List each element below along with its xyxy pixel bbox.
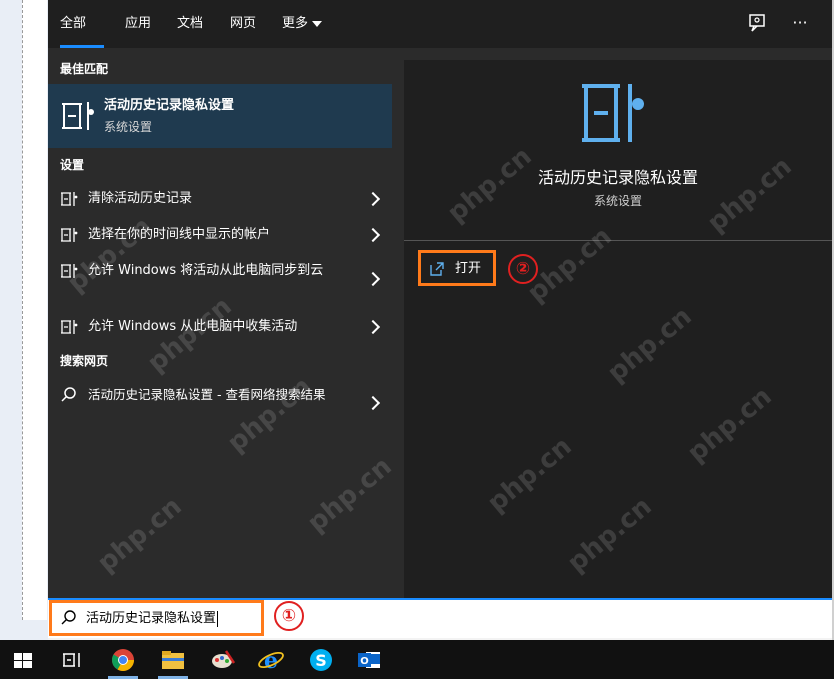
settings-item-label: 选择在你的时间线中显示的帐户 [88, 227, 271, 242]
svg-text:S: S [315, 651, 327, 670]
tab-apps[interactable]: 应用 [125, 14, 151, 34]
svg-text:e: e [264, 648, 278, 674]
chevron-right-icon [365, 395, 381, 411]
settings-heading: 设置 [60, 158, 85, 172]
tab-documents[interactable]: 文档 [177, 14, 203, 34]
preview-subtitle: 系统设置 [593, 194, 642, 208]
windows-start-icon[interactable] [8, 645, 38, 675]
settings-item-timeline-accounts[interactable]: 选择在你的时间线中显示的帐户 [48, 224, 392, 246]
chevron-right-icon [365, 319, 381, 335]
activity-history-icon [61, 228, 78, 242]
annotation-marker-2: ② [508, 254, 538, 284]
best-match-item[interactable]: 活动历史记录隐私设置 系统设置 [48, 84, 392, 148]
text-caret [217, 610, 219, 627]
background-document-page [22, 0, 47, 620]
open-button-label: 打开 [455, 261, 482, 276]
settings-item-label: 允许 Windows 将活动从此电脑同步到云 [88, 263, 324, 278]
open-button[interactable]: 打开 [418, 250, 496, 286]
tab-more-label: 更多 [282, 16, 309, 31]
activity-history-icon [61, 192, 78, 206]
activity-history-icon [62, 102, 94, 130]
svg-text:O: O [360, 656, 369, 667]
chevron-right-icon [365, 271, 381, 287]
task-view-icon[interactable] [56, 645, 86, 675]
settings-item-label: 允许 Windows 从此电脑中收集活动 [88, 319, 298, 334]
chevron-down-icon [312, 20, 323, 27]
chrome-icon[interactable] [108, 645, 138, 675]
tab-web[interactable]: 网页 [230, 14, 256, 34]
open-external-icon [430, 262, 444, 276]
search-tabs-bar: 全部 应用 文档 网页 更多 ··· [48, 0, 832, 48]
search-panel: 全部 应用 文档 网页 更多 ··· 最佳匹配 活动历史记录隐私设置 系统设置 … [48, 0, 832, 598]
settings-item-collect-activity[interactable]: 允许 Windows 从此电脑中收集活动 [48, 316, 392, 338]
more-options-icon[interactable]: ··· [789, 12, 811, 34]
web-search-label: 活动历史记录隐私设置 - 查看网络搜索结果 [88, 387, 326, 402]
settings-item-clear-history[interactable]: 清除活动历史记录 [48, 188, 392, 210]
internet-explorer-icon[interactable]: e [256, 645, 286, 675]
best-match-title: 活动历史记录隐私设置 [104, 98, 235, 113]
web-search-item[interactable]: 活动历史记录隐私设置 - 查看网络搜索结果 [48, 384, 392, 424]
activity-history-icon [61, 320, 78, 334]
skype-icon[interactable]: S [306, 645, 336, 675]
search-input[interactable]: 活动历史记录隐私设置 [86, 610, 219, 628]
paint-icon[interactable] [208, 645, 238, 675]
tab-all[interactable]: 全部 [60, 14, 86, 34]
settings-item-label: 清除活动历史记录 [88, 191, 193, 206]
web-search-heading: 搜索网页 [60, 354, 109, 368]
search-icon [61, 387, 76, 402]
chevron-right-icon [365, 191, 381, 207]
results-list: 最佳匹配 活动历史记录隐私设置 系统设置 设置 清除活动历史记录 选择在你的时间… [48, 48, 392, 598]
preview-divider [404, 240, 832, 241]
feedback-icon[interactable] [747, 12, 769, 34]
taskbar: e S O [0, 640, 834, 679]
activity-history-icon [61, 264, 78, 278]
tab-more[interactable]: 更多 [282, 14, 323, 34]
search-bar[interactable]: 活动历史记录隐私设置 ① [48, 598, 832, 638]
annotation-marker-1: ① [274, 601, 304, 631]
best-match-heading: 最佳匹配 [60, 62, 109, 76]
activity-history-icon [582, 84, 644, 142]
best-match-subtitle: 系统设置 [104, 120, 153, 134]
background-document [0, 0, 48, 640]
search-input-value: 活动历史记录隐私设置 [86, 611, 217, 626]
preview-title: 活动历史记录隐私设置 [537, 168, 698, 187]
file-explorer-icon[interactable] [158, 645, 188, 675]
chevron-right-icon [365, 227, 381, 243]
search-icon [61, 610, 76, 625]
outlook-icon[interactable]: O [354, 645, 384, 675]
preview-pane: 活动历史记录隐私设置 系统设置 打开 ② [404, 60, 832, 598]
settings-item-sync-to-cloud[interactable]: 允许 Windows 将活动从此电脑同步到云 [48, 260, 392, 300]
